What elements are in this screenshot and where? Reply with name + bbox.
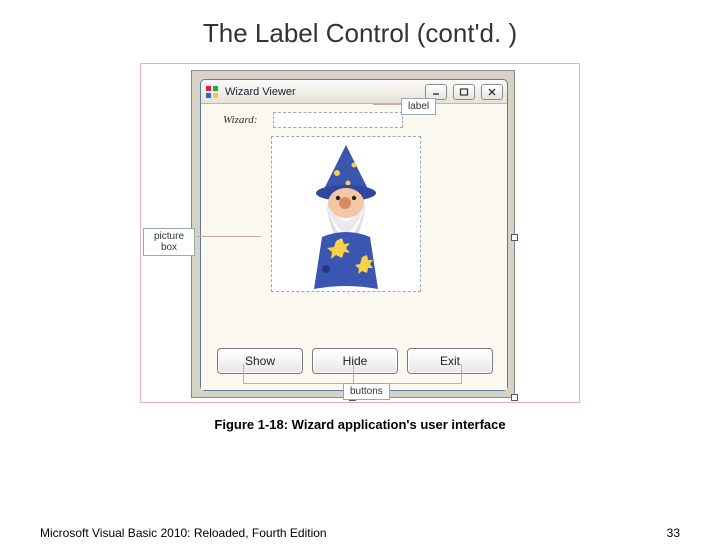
figure-panel: Wizard Viewer Wizard: [140, 63, 580, 403]
hide-button[interactable]: Hide [312, 348, 398, 374]
resize-handle-right[interactable] [511, 234, 518, 241]
callout-buttons: buttons [343, 383, 390, 400]
page-number: 33 [667, 526, 680, 540]
picturebox-control[interactable] [271, 136, 421, 292]
app-icon [205, 85, 219, 99]
figure-caption: Figure 1-18: Wizard application's user i… [0, 417, 720, 432]
callout-label: label [401, 98, 436, 115]
label-control[interactable] [273, 112, 403, 128]
show-button[interactable]: Show [217, 348, 303, 374]
form-designer-surface: Wizard Viewer Wizard: [191, 70, 515, 398]
resize-handle-corner[interactable] [511, 394, 518, 401]
wizard-viewer-window: Wizard Viewer Wizard: [200, 79, 508, 391]
button-bar: Show Hide Exit [217, 348, 493, 374]
callout-line [243, 364, 244, 383]
form-client-area: Wizard: [201, 104, 507, 390]
callout-line [373, 104, 401, 105]
slide-footer: Microsoft Visual Basic 2010: Reloaded, F… [40, 526, 680, 540]
slide-title: The Label Control (cont'd. ) [0, 18, 720, 49]
callout-line [461, 364, 462, 383]
titlebar: Wizard Viewer [201, 80, 507, 104]
maximize-button[interactable] [453, 84, 475, 100]
window-title: Wizard Viewer [225, 86, 296, 98]
wizard-caption-label: Wizard: [223, 114, 257, 126]
callout-line [353, 364, 354, 383]
wizard-image [282, 141, 410, 291]
footer-text: Microsoft Visual Basic 2010: Reloaded, F… [40, 526, 327, 540]
close-button[interactable] [481, 84, 503, 100]
exit-button[interactable]: Exit [407, 348, 493, 374]
callout-line [197, 236, 261, 237]
callout-picturebox: picture box [143, 228, 195, 256]
